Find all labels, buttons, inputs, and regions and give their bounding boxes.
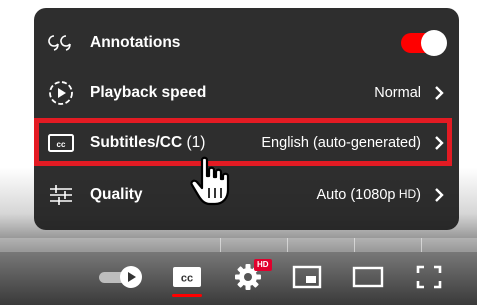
annotations-label: Annotations [90, 34, 181, 51]
chevron-right-icon [433, 135, 445, 151]
menu-item-subtitles[interactable]: cc Subtitles/CC (1) English (auto-genera… [34, 118, 459, 168]
subtitles-value: English (auto-generated) [261, 135, 421, 151]
subtitles-active-indicator [172, 294, 202, 297]
subtitles-label: Subtitles/CC (1) [90, 134, 261, 152]
hand-cursor-icon [190, 156, 230, 206]
toggle-knob [421, 30, 447, 56]
subtitles-label-text: Subtitles/CC [90, 134, 183, 151]
menu-item-playback-speed[interactable]: Playback speed Normal [34, 68, 459, 118]
miniplayer-button[interactable] [289, 260, 325, 294]
theater-mode-button[interactable] [350, 260, 386, 294]
playback-speed-value: Normal [374, 85, 421, 101]
svg-text:cc: cc [57, 140, 66, 149]
subtitles-icon: cc [46, 128, 76, 158]
quality-icon [46, 180, 76, 210]
subtitles-button[interactable]: cc [170, 260, 204, 294]
video-frame-strip [0, 238, 477, 252]
fullscreen-icon [416, 265, 442, 289]
quality-value-text: Auto (1080p [316, 187, 396, 203]
playback-speed-label: Playback speed [90, 84, 207, 101]
fullscreen-button[interactable] [411, 260, 447, 294]
theater-icon [352, 266, 384, 288]
quality-hd-suffix: HD [395, 187, 417, 201]
hd-badge: HD [254, 259, 272, 271]
menu-item-annotations[interactable]: Annotations [34, 18, 459, 68]
quality-value-close: ) [416, 187, 421, 203]
autoplay-icon [99, 266, 142, 288]
miniplayer-icon [292, 265, 322, 289]
annotations-toggle[interactable] [401, 30, 447, 56]
annotations-icon [46, 28, 76, 58]
svg-text:cc: cc [181, 273, 193, 285]
menu-item-quality[interactable]: Quality Auto (1080p HD) [34, 170, 459, 220]
subtitles-count: (1) [182, 134, 206, 151]
chevron-right-icon [433, 85, 445, 101]
cc-icon: cc [173, 267, 201, 287]
quality-value: Auto (1080p HD) [316, 187, 421, 203]
player-control-bar: cc [0, 252, 477, 305]
autoplay-toggle[interactable] [96, 260, 146, 294]
settings-menu: Annotations Playback speed Normal cc Sub… [34, 8, 459, 230]
playback-speed-icon [46, 78, 76, 108]
chevron-right-icon [433, 187, 445, 203]
